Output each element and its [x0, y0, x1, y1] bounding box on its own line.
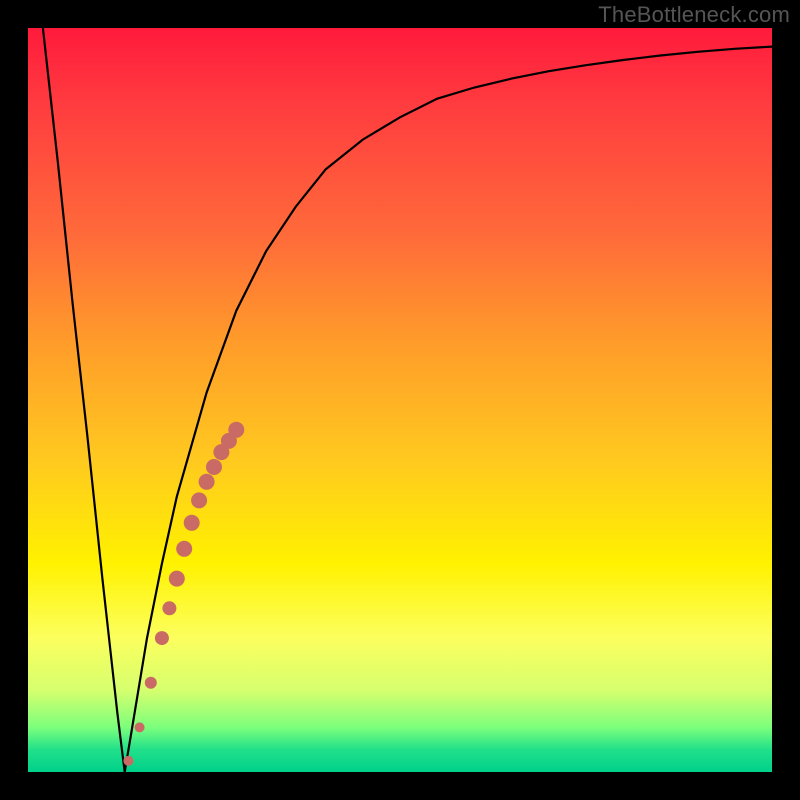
highlight-point — [176, 541, 192, 557]
highlight-point — [169, 571, 185, 587]
chart-svg — [28, 28, 772, 772]
highlight-point — [135, 722, 145, 732]
highlight-point — [184, 515, 200, 531]
highlight-point — [155, 631, 169, 645]
chart-frame: TheBottleneck.com — [0, 0, 800, 800]
highlight-point — [123, 756, 133, 766]
highlight-point — [206, 459, 222, 475]
watermark-text: TheBottleneck.com — [598, 2, 790, 28]
plot-area — [28, 28, 772, 772]
highlight-point — [191, 492, 207, 508]
highlight-point — [145, 677, 157, 689]
highlight-point — [199, 474, 215, 490]
bottleneck-curve — [43, 28, 772, 772]
highlight-point — [228, 422, 244, 438]
highlight-point — [162, 601, 176, 615]
